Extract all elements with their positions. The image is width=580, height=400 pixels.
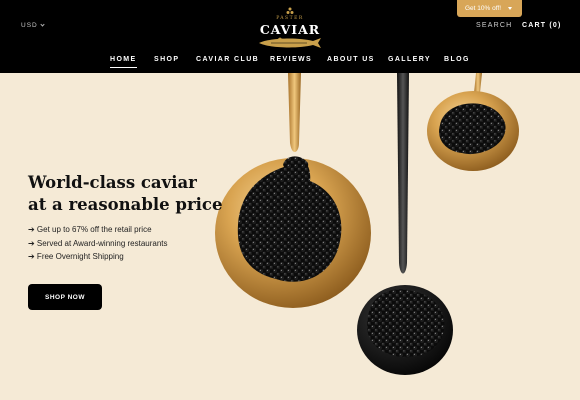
site-header: USD Paster CAVIAR Get 10% off! SEARCH CA… bbox=[0, 0, 580, 73]
cart-link[interactable]: CART (0) bbox=[522, 22, 562, 29]
nav-about-us[interactable]: ABOUT US bbox=[327, 56, 375, 63]
site-logo[interactable]: Paster CAVIAR bbox=[255, 6, 325, 48]
currency-label: USD bbox=[21, 22, 38, 29]
logo-name: CAVIAR bbox=[259, 22, 321, 37]
benefit-item: ➔ Free Overnight Shipping bbox=[28, 252, 124, 261]
hero-benefits-list: ➔ Get up to 67% off the retail price ➔ S… bbox=[28, 223, 168, 264]
currency-selector[interactable]: USD bbox=[21, 22, 45, 29]
logo-tagline: Paster bbox=[276, 16, 304, 21]
caret-down-icon bbox=[508, 7, 513, 10]
nav-caviar-club[interactable]: CAVIAR CLUB bbox=[196, 56, 259, 63]
benefit-item: ➔ Get up to 67% off the retail price bbox=[28, 225, 152, 234]
hero-title: World-class caviar at a reasonable price bbox=[28, 172, 222, 216]
nav-gallery[interactable]: GALLERY bbox=[388, 56, 431, 63]
search-link[interactable]: SEARCH bbox=[476, 22, 512, 29]
caviar-dots-icon bbox=[286, 7, 294, 14]
nav-blog[interactable]: BLOG bbox=[444, 56, 470, 63]
nav-home[interactable]: HOME bbox=[110, 56, 137, 68]
hero-title-line-1: World-class caviar bbox=[28, 173, 197, 192]
shop-now-button[interactable]: SHOP NOW bbox=[28, 284, 102, 310]
hero-title-line-2: at a reasonable price bbox=[28, 195, 223, 214]
main-nav: HOME SHOP CAVIAR CLUB REVIEWS ABOUT US G… bbox=[0, 56, 580, 68]
promo-button[interactable]: Get 10% off! bbox=[457, 0, 522, 17]
nav-shop[interactable]: SHOP bbox=[154, 56, 179, 63]
sturgeon-icon bbox=[259, 37, 321, 48]
chevron-down-icon bbox=[40, 22, 45, 27]
benefit-item: ➔ Served at Award-winning restaurants bbox=[28, 238, 168, 248]
promo-label: Get 10% off! bbox=[465, 5, 502, 12]
nav-reviews[interactable]: REVIEWS bbox=[270, 56, 312, 63]
